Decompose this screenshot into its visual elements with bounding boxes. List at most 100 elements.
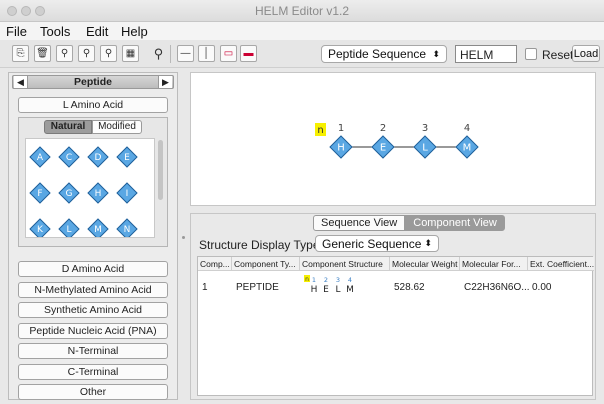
- polymer-type-title: Peptide: [74, 76, 112, 88]
- select-arrows-icon: ⬍: [424, 238, 432, 248]
- monomer-letter: D: [95, 153, 102, 163]
- tab-natural[interactable]: Natural: [44, 120, 92, 134]
- mini-position-number: 4: [348, 276, 352, 284]
- menu-edit[interactable]: Edit: [86, 24, 108, 39]
- mini-monomer-letter: M: [346, 285, 354, 295]
- monomer-F[interactable]: F: [29, 182, 51, 204]
- monomer-I[interactable]: I: [116, 182, 138, 204]
- position-number: 3: [422, 123, 428, 134]
- monomer-M[interactable]: M: [87, 218, 109, 238]
- monomer-grid: A C D E F G H I K L M N: [25, 138, 155, 238]
- trash-icon[interactable]: 🗑: [34, 45, 51, 62]
- position-number: 1: [338, 123, 344, 134]
- category-button-n-terminal[interactable]: N-Terminal: [18, 343, 168, 359]
- col-comp[interactable]: Comp...: [198, 257, 232, 271]
- menu-tools[interactable]: Tools: [40, 24, 70, 39]
- category-button-synthetic-amino-acid[interactable]: Synthetic Amino Acid: [18, 302, 168, 318]
- select-arrows-icon: ⬍: [432, 48, 440, 59]
- sequence-type-select[interactable]: Peptide Sequence ⬍: [321, 45, 447, 63]
- component-table: Comp... Component Ty... Component Struct…: [197, 256, 594, 396]
- position-number: 2: [380, 123, 386, 134]
- mini-monomer-letter: H: [311, 285, 318, 295]
- canvas-monomer-M[interactable]: M: [455, 135, 479, 159]
- search-icon[interactable]: ⚲: [150, 45, 167, 62]
- copy-icon[interactable]: ⎘: [12, 45, 29, 62]
- canvas-svg: n 1 H 2 E 3 L 4 M: [315, 123, 479, 159]
- l-amino-acid-button[interactable]: L Amino Acid: [18, 97, 168, 113]
- ring-icon[interactable]: ▭: [220, 45, 237, 62]
- start-marker: n: [317, 125, 323, 136]
- canvas-monomer-L[interactable]: L: [413, 135, 437, 159]
- monomer-letter: C: [66, 153, 72, 163]
- tab-sequence-view[interactable]: Sequence View: [313, 215, 406, 231]
- cell-ext: 0.00: [532, 282, 552, 293]
- title-bar: HELM Editor v1.2: [0, 0, 604, 22]
- mini-monomer-letter: E: [323, 285, 329, 295]
- monomer-grid-svg: A C D E F G H I K L M N: [29, 146, 138, 238]
- vertical-line-icon[interactable]: │: [198, 45, 215, 62]
- sequence-canvas[interactable]: n 1 H 2 E 3 L 4 M: [190, 72, 596, 206]
- next-arrow-icon[interactable]: ▶: [158, 76, 172, 88]
- monomer-letter: G: [66, 189, 73, 199]
- monomer-N[interactable]: N: [116, 218, 138, 238]
- splitter-handle[interactable]: [182, 236, 185, 239]
- monomer-E[interactable]: E: [116, 146, 138, 168]
- monomer-letter: E: [380, 143, 386, 154]
- monomer-L[interactable]: L: [58, 218, 80, 238]
- reset-checkbox[interactable]: [525, 48, 537, 60]
- category-button-n-methylated-amino-acid[interactable]: N-Methylated Amino Acid: [18, 281, 168, 298]
- grid-icon[interactable]: ▦: [122, 45, 139, 62]
- polymer-type-header: ◀ Peptide ▶: [12, 75, 174, 89]
- monomer-K[interactable]: K: [29, 218, 51, 238]
- notation-input[interactable]: HELM: [455, 45, 517, 63]
- horizontal-line-icon[interactable]: —: [177, 45, 194, 62]
- col-molecular-formula[interactable]: Molecular For...: [460, 257, 528, 271]
- bond-icon[interactable]: ▬: [240, 45, 257, 62]
- monomer-D[interactable]: D: [87, 146, 109, 168]
- zoom-fit-icon[interactable]: ⚲: [100, 45, 117, 62]
- col-molecular-weight[interactable]: Molecular Weight: [390, 257, 460, 271]
- zoom-out-icon[interactable]: ⚲: [78, 45, 95, 62]
- previous-arrow-icon[interactable]: ◀: [14, 76, 28, 88]
- window-title: HELM Editor v1.2: [254, 4, 350, 18]
- category-button-peptide-nucleic-acid-pna[interactable]: Peptide Nucleic Acid (PNA): [18, 322, 168, 339]
- monomer-H[interactable]: H: [87, 182, 109, 204]
- col-component-structure[interactable]: Component Structure: [300, 257, 390, 271]
- canvas-monomer-H[interactable]: H: [329, 135, 353, 159]
- structure-display-value: Generic Sequence: [322, 236, 422, 251]
- category-button-other[interactable]: Other: [18, 384, 168, 400]
- menu-help[interactable]: Help: [121, 24, 148, 39]
- col-component-type[interactable]: Component Ty...: [232, 257, 300, 271]
- structure-display-select[interactable]: Generic Sequence ⬍: [315, 235, 439, 252]
- sequence-type-value: Peptide Sequence: [328, 47, 427, 61]
- cell-mw: 528.62: [394, 282, 425, 293]
- monomer-C[interactable]: C: [58, 146, 80, 168]
- menu-file[interactable]: File: [6, 24, 27, 39]
- tab-component-view[interactable]: Component View: [405, 215, 505, 231]
- col-ext-coefficient[interactable]: Ext. Coefficient...: [528, 257, 594, 271]
- table-row[interactable]: 1 PEPTIDE n1H2E3L4M 528.62 C22H36N6O... …: [198, 271, 594, 301]
- mini-monomer-letter: L: [335, 285, 340, 295]
- category-button-c-terminal[interactable]: C-Terminal: [18, 363, 168, 380]
- canvas-monomer-E[interactable]: E: [371, 135, 395, 159]
- monomer-letter: L: [66, 225, 71, 235]
- reset-label: Reset: [542, 48, 574, 62]
- monomer-G[interactable]: G: [58, 182, 80, 204]
- category-button-d-amino-acid[interactable]: D Amino Acid: [18, 261, 168, 277]
- cell-type: PEPTIDE: [236, 282, 279, 293]
- monomer-letter: L: [422, 143, 428, 154]
- monomer-letter: H: [337, 143, 345, 154]
- palette-scrollbar[interactable]: [158, 140, 163, 200]
- monomer-letter: E: [124, 153, 130, 163]
- tab-modified[interactable]: Modified: [92, 120, 142, 134]
- cell-comp: 1: [202, 282, 208, 293]
- mini-position-number: 3: [336, 276, 340, 284]
- zoom-in-icon[interactable]: ⚲: [56, 45, 73, 62]
- monomer-library-panel: ◀ Peptide ▶ L Amino Acid Natural Modifie…: [8, 72, 178, 400]
- monomer-A[interactable]: A: [29, 146, 51, 168]
- mini-position-number: 1: [312, 276, 316, 284]
- load-button[interactable]: Load: [572, 45, 600, 62]
- monomer-letter: M: [463, 143, 472, 154]
- monomer-letter: F: [37, 189, 42, 199]
- cell-structure: n 1H2E3L4M: [304, 275, 354, 295]
